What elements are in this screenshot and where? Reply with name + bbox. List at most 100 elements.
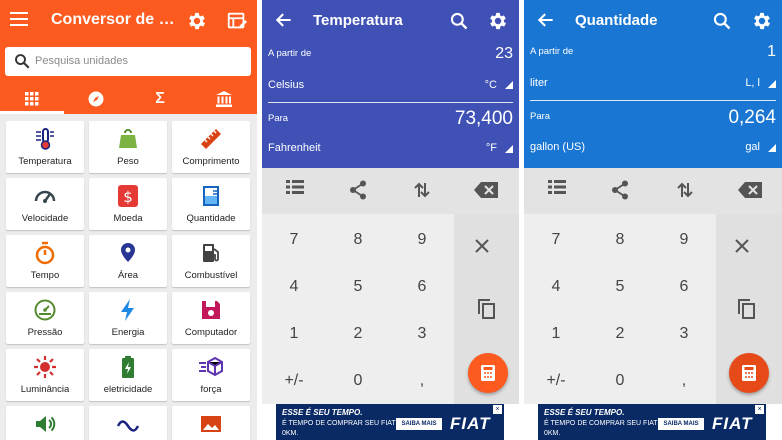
from-value[interactable]: 1 (767, 43, 776, 61)
ad-close-icon[interactable]: × (493, 405, 502, 414)
key-8[interactable]: 8 (326, 217, 390, 263)
tab-grid[interactable] (0, 84, 64, 114)
backspace-icon[interactable] (738, 182, 762, 198)
to-unit[interactable]: gallon (US) (530, 141, 585, 153)
dropdown-arrow-icon[interactable] (768, 80, 776, 88)
tile-peso[interactable]: Peso (89, 121, 167, 173)
tile-computador[interactable]: Computador (172, 292, 250, 344)
calculator-fab[interactable] (468, 353, 508, 393)
key-5[interactable]: 5 (588, 264, 652, 310)
tab-compass[interactable] (64, 84, 128, 114)
tile-forca[interactable]: força (172, 349, 250, 401)
share-icon[interactable] (611, 180, 629, 200)
ad-cta-button[interactable]: SAIBA MAIS (658, 418, 704, 430)
gear-icon[interactable] (186, 10, 208, 32)
key-2[interactable]: 2 (326, 311, 390, 357)
ad-banner[interactable]: ESSE É SEU TEMPO. É TEMPO DE COMPRAR SEU… (538, 404, 766, 440)
key-plus-minus[interactable]: +/- (524, 358, 588, 404)
tile-luminancia[interactable]: Luminância (6, 349, 84, 401)
dropdown-arrow-icon[interactable] (505, 145, 513, 153)
key-comma[interactable]: , (652, 358, 716, 404)
search-icon[interactable] (449, 11, 469, 31)
gauge-icon (34, 299, 56, 321)
from-unit[interactable]: liter (530, 77, 548, 89)
key-3[interactable]: 3 (390, 311, 454, 357)
calculator-fab[interactable] (729, 353, 769, 393)
gear-icon[interactable] (751, 10, 773, 32)
tile-label: Velocidade (21, 213, 69, 224)
key-2[interactable]: 2 (588, 311, 652, 357)
key-9[interactable]: 9 (652, 217, 716, 263)
copy-icon[interactable] (736, 298, 756, 320)
from-symbol[interactable]: L, l (745, 77, 760, 89)
key-3[interactable]: 3 (652, 311, 716, 357)
from-label: A partir de (268, 48, 312, 59)
key-4[interactable]: 4 (262, 264, 326, 310)
tile-eletricidade[interactable]: eletricidade (89, 349, 167, 401)
tile-imagem[interactable] (172, 406, 250, 440)
edit-list-icon[interactable] (226, 10, 248, 32)
search-input[interactable] (35, 51, 240, 71)
dropdown-arrow-icon[interactable] (768, 144, 776, 152)
lightning-icon (121, 299, 134, 321)
key-plus-minus[interactable]: +/- (262, 358, 326, 404)
key-5[interactable]: 5 (326, 264, 390, 310)
screen-title: Quantidade (575, 12, 658, 29)
key-6[interactable]: 6 (652, 264, 716, 310)
map-pin-icon (121, 243, 135, 262)
from-value[interactable]: 23 (495, 45, 513, 63)
key-comma[interactable]: , (390, 358, 454, 404)
search-icon[interactable] (712, 11, 732, 31)
key-0[interactable]: 0 (588, 358, 652, 404)
from-symbol[interactable]: °C (485, 79, 497, 91)
tile-comprimento[interactable]: Comprimento (172, 121, 250, 173)
tile-temperatura[interactable]: Temperatura (6, 121, 84, 173)
tile-som[interactable] (6, 406, 84, 440)
back-arrow-icon[interactable] (536, 10, 556, 30)
clear-icon[interactable] (474, 238, 490, 254)
key-9[interactable]: 9 (390, 217, 454, 263)
tile-combustivel[interactable]: Combustível (172, 235, 250, 287)
key-1[interactable]: 1 (262, 311, 326, 357)
ad-cta-button[interactable]: SAIBA MAIS (396, 418, 442, 430)
to-symbol[interactable]: gal (745, 141, 760, 153)
share-icon[interactable] (349, 180, 367, 200)
menu-icon[interactable] (10, 12, 28, 30)
gear-icon[interactable] (487, 10, 509, 32)
ad-banner[interactable]: ESSE É SEU TEMPO. É TEMPO DE COMPRAR SEU… (276, 404, 504, 440)
dropdown-arrow-icon[interactable] (505, 81, 513, 89)
key-4[interactable]: 4 (524, 264, 588, 310)
from-unit[interactable]: Celsius (268, 79, 304, 91)
key-6[interactable]: 6 (390, 264, 454, 310)
weight-icon (119, 129, 137, 148)
swap-icon[interactable] (414, 181, 430, 199)
tile-tempo[interactable]: Tempo (6, 235, 84, 287)
list-icon[interactable] (286, 179, 304, 195)
tile-area[interactable]: Área (89, 235, 167, 287)
copy-icon[interactable] (476, 298, 496, 320)
swap-icon[interactable] (677, 181, 693, 199)
search-box[interactable] (5, 47, 251, 76)
to-unit[interactable]: Fahrenheit (268, 142, 321, 154)
ruler-icon (201, 129, 221, 149)
key-0[interactable]: 0 (326, 358, 390, 404)
to-symbol[interactable]: °F (486, 142, 497, 154)
clear-icon[interactable] (734, 238, 750, 254)
ad-close-icon[interactable]: × (755, 405, 764, 414)
backspace-icon[interactable] (474, 182, 498, 198)
tile-velocidade[interactable]: Velocidade (6, 178, 84, 230)
converter-toolbar (524, 168, 782, 214)
tile-pressao[interactable]: Pressão (6, 292, 84, 344)
back-arrow-icon[interactable] (274, 10, 294, 30)
key-8[interactable]: 8 (588, 217, 652, 263)
tile-moeda[interactable]: $ Moeda (89, 178, 167, 230)
key-7[interactable]: 7 (262, 217, 326, 263)
key-7[interactable]: 7 (524, 217, 588, 263)
key-1[interactable]: 1 (524, 311, 588, 357)
tile-quantidade[interactable]: Quantidade (172, 178, 250, 230)
tile-frequencia[interactable] (89, 406, 167, 440)
tab-bank[interactable] (192, 84, 256, 114)
tab-sigma[interactable]: Σ (128, 84, 192, 114)
tile-energia[interactable]: Energia (89, 292, 167, 344)
list-icon[interactable] (548, 179, 566, 195)
